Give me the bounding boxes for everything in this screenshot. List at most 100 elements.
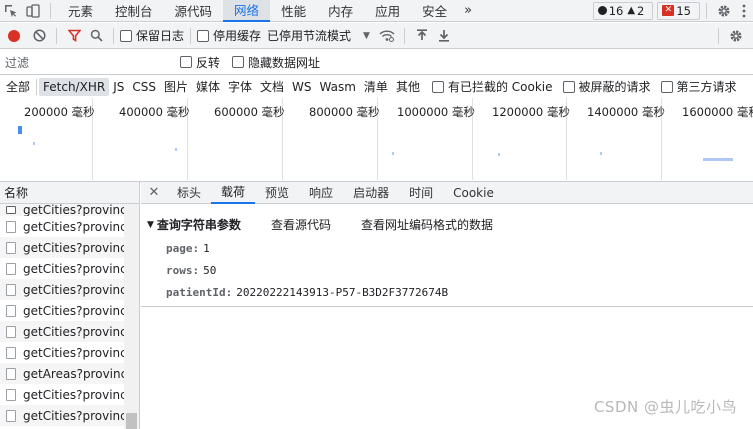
document-icon bbox=[6, 283, 16, 296]
record-icon[interactable] bbox=[0, 25, 28, 47]
disable-cache-checkbox[interactable] bbox=[197, 29, 210, 42]
document-icon bbox=[6, 367, 16, 380]
import-har-icon[interactable] bbox=[411, 25, 433, 47]
view-url-encoded-button[interactable]: 查看网址编码格式的数据 bbox=[361, 216, 493, 233]
request-row[interactable]: getCities?province bbox=[0, 258, 124, 279]
type-filter-fetch-xhr[interactable]: Fetch/XHR bbox=[39, 77, 110, 96]
document-icon bbox=[6, 325, 16, 338]
type-filter-css[interactable]: CSS bbox=[128, 78, 160, 96]
query-string-title[interactable]: 查询字符串参数 bbox=[157, 216, 241, 233]
type-filter-all[interactable]: 全部 bbox=[2, 78, 34, 96]
type-filter-img[interactable]: 图片 bbox=[160, 78, 192, 96]
tab-performance[interactable]: 性能 bbox=[270, 0, 317, 22]
tab-cookies[interactable]: Cookie bbox=[443, 182, 504, 204]
scrollbar-thumb[interactable] bbox=[126, 413, 137, 429]
watermark: CSDN @虫儿吃小鸟 bbox=[593, 398, 737, 416]
request-name: getCities?province bbox=[23, 345, 124, 360]
request-name: getAreas?province bbox=[23, 366, 124, 381]
type-filter-other[interactable]: 其他 bbox=[392, 78, 424, 96]
timeline-tick-label: 1000000 毫秒 bbox=[397, 105, 475, 119]
tab-memory[interactable]: 内存 bbox=[317, 0, 364, 22]
request-row[interactable]: getCities?province bbox=[0, 300, 124, 321]
settings-gear-icon[interactable] bbox=[713, 0, 735, 22]
request-row[interactable]: getCities?province bbox=[0, 384, 124, 405]
tab-initiator[interactable]: 启动器 bbox=[343, 182, 399, 204]
request-row[interactable]: getCities?province bbox=[0, 342, 124, 363]
type-filter-manifest[interactable]: 清单 bbox=[360, 78, 392, 96]
request-name: getCities?province bbox=[23, 204, 124, 216]
type-filter-wasm[interactable]: Wasm bbox=[316, 78, 360, 96]
third-party-checkbox[interactable] bbox=[660, 80, 673, 93]
more-tabs-button[interactable]: » bbox=[458, 0, 478, 22]
throttling-select[interactable]: 已停用节流模式 bbox=[267, 27, 351, 44]
close-icon[interactable]: ✕ bbox=[141, 185, 167, 200]
more-options-icon[interactable] bbox=[735, 0, 753, 22]
errors-counter[interactable]: ✕ 15 bbox=[657, 1, 700, 20]
triangle-down-icon[interactable]: ▼ bbox=[147, 220, 154, 230]
tab-headers[interactable]: 标头 bbox=[167, 182, 211, 204]
devtools-tab-bar: 元素 控制台 源代码 网络 性能 内存 应用 安全 » 16 ▲ 2 ✕ 15 bbox=[0, 0, 753, 22]
tab-security[interactable]: 安全 bbox=[411, 0, 458, 22]
timeline-tick-label: 1600000 毫秒 bbox=[682, 105, 753, 119]
clear-icon[interactable] bbox=[28, 25, 50, 47]
request-row[interactable]: getCities?province bbox=[0, 405, 124, 426]
tab-response[interactable]: 响应 bbox=[299, 182, 343, 204]
tab-timing[interactable]: 时间 bbox=[399, 182, 443, 204]
view-source-button[interactable]: 查看源代码 bbox=[271, 216, 331, 233]
request-row[interactable]: getAreas?province bbox=[0, 363, 124, 384]
separator bbox=[190, 27, 192, 44]
invert-checkbox[interactable] bbox=[180, 56, 192, 68]
tab-payload[interactable]: 载荷 bbox=[211, 182, 256, 204]
timeline-tick-label: 1400000 毫秒 bbox=[587, 105, 665, 119]
network-settings-gear-icon[interactable] bbox=[725, 25, 747, 47]
hide-data-urls-label: 隐藏数据网址 bbox=[248, 55, 321, 70]
request-row[interactable]: getCities?province bbox=[0, 321, 124, 342]
request-row[interactable]: getCities?province bbox=[0, 204, 124, 216]
blocked-requests-label: 被屏蔽的请求 bbox=[578, 80, 651, 94]
type-filter-doc[interactable]: 文档 bbox=[256, 78, 288, 96]
timeline-activity-bar bbox=[18, 126, 22, 134]
hide-data-urls-checkbox[interactable] bbox=[232, 56, 245, 68]
tab-sources[interactable]: 源代码 bbox=[164, 0, 224, 22]
blocked-cookies-label: 有已拦截的 Cookie bbox=[447, 80, 553, 94]
request-name: getCities?province bbox=[23, 261, 124, 276]
network-overview-timeline[interactable]: 200000 毫秒 400000 毫秒 600000 毫秒 800000 毫秒 … bbox=[0, 98, 753, 180]
preserve-log-checkbox[interactable] bbox=[120, 29, 132, 42]
invert-label: 反转 bbox=[196, 55, 221, 70]
export-har-icon[interactable] bbox=[433, 25, 455, 47]
tab-console[interactable]: 控制台 bbox=[104, 0, 164, 22]
query-string-section-header: ▼ 查询字符串参数 查看源代码 查看网址编码格式的数据 bbox=[147, 216, 523, 233]
name-column-header[interactable]: 名称 bbox=[0, 182, 139, 204]
request-row[interactable]: getCities?province bbox=[0, 237, 124, 258]
type-filter-ws[interactable]: WS bbox=[288, 78, 315, 96]
issues-counter[interactable]: 16 ▲ 2 bbox=[592, 1, 654, 20]
filter-funnel-icon[interactable] bbox=[63, 25, 85, 47]
type-filter-media[interactable]: 媒体 bbox=[192, 78, 224, 96]
timeline-tick-label: 400000 毫秒 bbox=[119, 105, 190, 119]
type-filter-font[interactable]: 字体 bbox=[224, 78, 256, 96]
type-filter-js[interactable]: JS bbox=[109, 78, 128, 96]
network-toolbar: 保留日志 停用缓存 已停用节流模式 ▼ bbox=[0, 23, 753, 49]
tab-elements[interactable]: 元素 bbox=[57, 0, 104, 22]
timeline-tick-label: 1200000 毫秒 bbox=[492, 105, 570, 119]
tab-network[interactable]: 网络 bbox=[223, 0, 271, 22]
blocked-requests-checkbox[interactable] bbox=[562, 80, 575, 93]
blocked-cookies-checkbox[interactable] bbox=[431, 80, 444, 93]
inspect-element-icon[interactable] bbox=[0, 0, 22, 22]
filter-input[interactable]: 过滤 bbox=[5, 53, 150, 71]
request-name: getCities?province bbox=[23, 303, 124, 318]
timeline-activity-bar bbox=[703, 158, 733, 161]
device-toolbar-icon[interactable] bbox=[22, 0, 44, 22]
timeline-activity-dot bbox=[600, 152, 602, 155]
document-icon bbox=[6, 304, 16, 317]
error-icon: ✕ bbox=[662, 5, 675, 16]
search-icon[interactable] bbox=[85, 25, 107, 47]
tab-preview[interactable]: 预览 bbox=[255, 182, 299, 204]
chevron-down-icon[interactable]: ▼ bbox=[363, 31, 370, 41]
request-row[interactable]: getCities?province bbox=[0, 279, 124, 300]
param-key: patientId: bbox=[166, 286, 233, 299]
request-row[interactable]: getCities?province bbox=[0, 216, 124, 237]
network-conditions-icon[interactable] bbox=[376, 25, 398, 47]
request-list-scrollbar[interactable] bbox=[124, 204, 139, 429]
tab-application[interactable]: 应用 bbox=[364, 0, 411, 22]
